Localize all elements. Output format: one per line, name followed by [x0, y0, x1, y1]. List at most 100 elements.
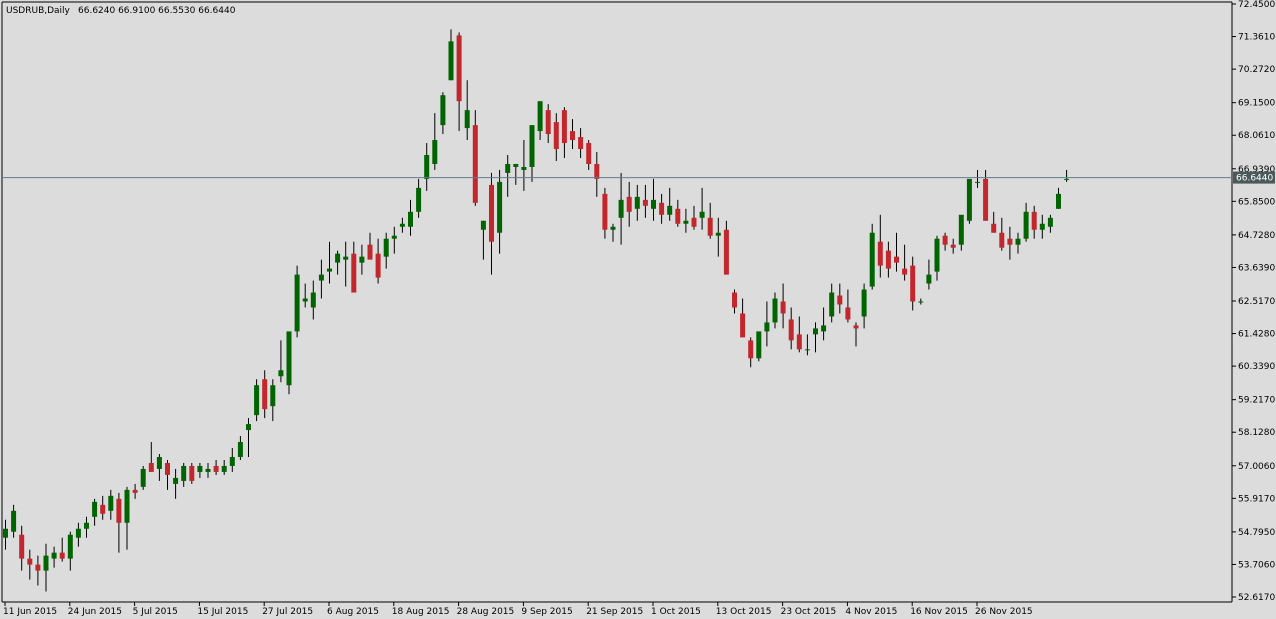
candle-body — [84, 522, 89, 529]
candle-body — [156, 456, 162, 469]
candle-body — [43, 555, 49, 571]
y-tick-label: 69.1500 — [1238, 99, 1275, 109]
candle-body — [27, 558, 33, 565]
candle — [578, 128, 584, 158]
candle — [723, 220, 729, 275]
candle-body — [999, 232, 1005, 248]
candle-body — [618, 199, 624, 218]
candle — [780, 283, 786, 329]
candle — [383, 232, 389, 269]
y-tick-label: 52.6170 — [1238, 593, 1275, 603]
candle — [756, 331, 762, 362]
candle — [302, 283, 308, 308]
candle-body — [375, 253, 381, 278]
candle — [51, 546, 57, 568]
candle — [934, 235, 940, 281]
candle-body — [229, 456, 235, 466]
candle-body — [472, 125, 478, 203]
candle — [999, 217, 1005, 251]
candle — [942, 232, 948, 251]
candle-body — [926, 274, 932, 284]
candle — [1047, 214, 1053, 233]
candle-body — [205, 468, 211, 472]
candle-body — [432, 140, 438, 164]
y-tick-label: 62.5170 — [1238, 297, 1275, 307]
candle — [213, 459, 219, 475]
candle-body — [489, 184, 494, 242]
candle — [489, 172, 494, 275]
candle — [391, 226, 397, 254]
candle — [553, 113, 559, 161]
candle — [845, 289, 851, 323]
candle-body — [391, 235, 397, 239]
candle — [35, 555, 41, 586]
candle-body — [829, 292, 835, 317]
candle — [829, 283, 835, 323]
candle-body — [983, 178, 989, 221]
candle — [254, 379, 260, 422]
candle — [19, 525, 25, 571]
candle-body — [92, 501, 98, 517]
candle-body — [505, 163, 511, 173]
candle — [205, 462, 211, 478]
candle-body — [845, 307, 851, 320]
x-tick-label: 26 Nov 2015 — [975, 607, 1033, 617]
candle-body — [440, 95, 446, 126]
candle-body — [804, 349, 810, 351]
candle — [399, 217, 405, 233]
candle-body — [1064, 178, 1070, 180]
candle — [1023, 202, 1029, 242]
candle — [545, 104, 551, 144]
candle-body — [67, 534, 73, 559]
candle-body — [181, 465, 187, 481]
candle-body — [642, 199, 648, 206]
candle — [634, 184, 640, 221]
y-tick-label: 57.0060 — [1238, 462, 1275, 472]
candle-body — [902, 268, 908, 275]
candle-body — [35, 564, 41, 571]
candle — [586, 140, 592, 170]
candle — [991, 211, 997, 233]
candle-body — [19, 534, 25, 559]
candle — [659, 193, 665, 224]
y-tick-label: 71.3610 — [1238, 33, 1275, 43]
candle-body — [148, 462, 154, 472]
candle — [837, 283, 843, 314]
candle — [740, 298, 746, 338]
candle — [821, 307, 827, 341]
candle-body — [861, 289, 867, 317]
candle-body — [51, 552, 57, 559]
candle-body — [140, 468, 146, 487]
candle — [448, 29, 454, 81]
current-price-label: 66.6440 — [1236, 174, 1273, 184]
candle — [521, 140, 527, 191]
candle — [237, 436, 243, 460]
candle-body — [1015, 238, 1021, 245]
candle — [262, 370, 268, 419]
candle — [464, 80, 470, 141]
candle-body — [262, 379, 268, 410]
candle-body — [1031, 211, 1037, 230]
ohlc-label: 66.6240 66.9100 66.5530 66.6440 — [78, 6, 236, 16]
candle — [351, 241, 357, 293]
y-tick-label: 58.1280 — [1238, 428, 1275, 438]
candle-body — [715, 232, 721, 236]
candle-body — [975, 181, 980, 183]
candle-body — [813, 328, 818, 335]
candle — [885, 241, 891, 278]
candle-body — [748, 340, 754, 359]
candle-body — [772, 298, 778, 323]
candle-body — [310, 292, 316, 308]
candle — [246, 418, 251, 457]
x-tick-label: 28 Aug 2015 — [457, 607, 515, 617]
candle — [310, 280, 316, 320]
candle-body — [570, 131, 575, 141]
candle-body — [237, 442, 243, 457]
x-tick-label: 6 Aug 2015 — [327, 607, 379, 617]
candle-body — [626, 196, 632, 212]
candle — [148, 442, 154, 472]
candle-body — [877, 241, 883, 266]
candle-body — [11, 510, 17, 532]
candle-body — [602, 193, 608, 230]
candle — [918, 298, 924, 305]
